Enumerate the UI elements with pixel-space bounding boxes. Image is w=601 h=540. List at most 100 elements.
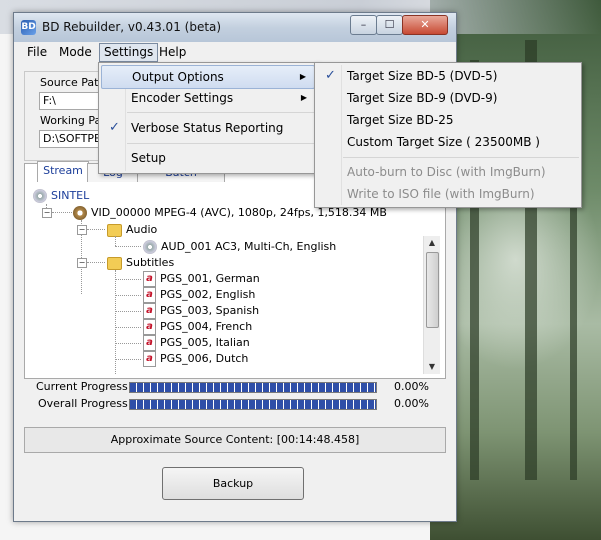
subtitle-icon: a xyxy=(143,335,156,351)
working-path-label: Working Pat xyxy=(40,114,106,127)
stream-tree: SINTEL − VID_00000 MPEG-4 (AVC), 1080p, … xyxy=(33,188,415,374)
overall-progress-bar xyxy=(129,399,377,410)
menu-item-target-bd5[interactable]: ✓ Target Size BD-5 (DVD-5) xyxy=(317,65,579,87)
disc-icon xyxy=(33,189,47,203)
sub-label: PGS_004, French xyxy=(160,320,253,333)
tree-subtitle-item[interactable]: a PGS_004, French xyxy=(143,319,253,335)
settings-menu: Output Options ▶ Encoder Settings ▶ ✓ Ve… xyxy=(98,62,318,174)
menu-bar: File Mode Settings Help xyxy=(15,42,455,63)
menu-item-label: Verbose Status Reporting xyxy=(131,121,284,135)
scroll-up-arrow-icon[interactable]: ▲ xyxy=(424,236,440,250)
audio-speaker-icon xyxy=(143,240,157,254)
menu-item-custom-target[interactable]: Custom Target Size ( 23500MB ) xyxy=(317,131,579,153)
menu-separator xyxy=(343,157,579,158)
maximize-button[interactable]: ☐ xyxy=(376,15,403,35)
close-button[interactable]: ✕ xyxy=(402,15,448,35)
menu-item-label: Output Options xyxy=(132,70,224,84)
tree-audio-track-label: AUD_001 AC3, Multi-Ch, English xyxy=(161,240,337,253)
tree-audio-label: Audio xyxy=(126,223,158,236)
menu-mode[interactable]: Mode xyxy=(55,44,96,61)
menu-help[interactable]: Help xyxy=(155,44,190,61)
menu-separator xyxy=(127,112,315,113)
backup-button[interactable]: Backup xyxy=(162,467,304,500)
sub-label: PGS_001, German xyxy=(160,272,260,285)
menu-item-target-bd25[interactable]: Target Size BD-25 xyxy=(317,109,579,131)
window-title: BD Rebuilder, v0.43.01 (beta) xyxy=(42,20,222,34)
menu-item-target-bd9[interactable]: Target Size BD-9 (DVD-9) xyxy=(317,87,579,109)
checkmark-icon: ✓ xyxy=(325,68,336,83)
subtitle-icon: a xyxy=(143,351,156,367)
tree-line xyxy=(115,236,116,246)
checkmark-icon: ✓ xyxy=(109,120,120,135)
tree-scrollbar[interactable]: ▲ ▼ xyxy=(423,236,440,374)
submenu-arrow-icon: ▶ xyxy=(300,93,307,102)
title-bar[interactable]: BD BD Rebuilder, v0.43.01 (beta) – ☐ ✕ xyxy=(14,13,456,42)
subtitle-icon: a xyxy=(143,303,156,319)
collapse-icon[interactable]: − xyxy=(77,258,87,268)
tree-subtitles-label: Subtitles xyxy=(126,256,175,269)
menu-item-label: Write to ISO file (with ImgBurn) xyxy=(347,187,535,201)
scroll-thumb[interactable] xyxy=(426,252,439,328)
menu-item-setup[interactable]: Setup xyxy=(101,147,315,169)
tree-line xyxy=(115,343,141,344)
collapse-icon[interactable]: − xyxy=(42,208,52,218)
tree-line xyxy=(87,262,105,263)
tree-subtitle-item[interactable]: a PGS_006, Dutch xyxy=(143,351,249,367)
menu-item-label: Target Size BD-25 xyxy=(347,113,454,127)
menu-file[interactable]: File xyxy=(23,44,51,61)
tree-line xyxy=(115,246,141,247)
source-path-label: Source Path xyxy=(40,76,106,89)
subtitle-icon: a xyxy=(143,271,156,287)
tree-line xyxy=(87,229,105,230)
folder-icon xyxy=(107,223,122,237)
current-progress-bar xyxy=(129,382,377,393)
app-icon: BD xyxy=(21,20,36,35)
menu-item-label: Setup xyxy=(131,151,166,165)
menu-item-label: Target Size BD-9 (DVD-9) xyxy=(347,91,498,105)
tab-stream[interactable]: Stream xyxy=(37,161,89,182)
tree-line xyxy=(115,359,141,360)
sub-label: PGS_002, English xyxy=(160,288,256,301)
overall-progress-label: Overall Progress: xyxy=(38,397,132,410)
folder-icon xyxy=(107,256,122,270)
submenu-arrow-icon: ▶ xyxy=(299,72,306,81)
collapse-icon[interactable]: − xyxy=(77,225,87,235)
scroll-down-arrow-icon[interactable]: ▼ xyxy=(424,360,440,374)
tree-audio-track[interactable]: AUD_001 AC3, Multi-Ch, English xyxy=(143,239,336,254)
menu-item-encoder-settings[interactable]: Encoder Settings ▶ xyxy=(101,87,315,109)
overall-progress-value: 0.00% xyxy=(394,397,429,410)
sub-label: PGS_003, Spanish xyxy=(160,304,260,317)
current-progress-value: 0.00% xyxy=(394,380,429,393)
current-progress-label: Current Progress: xyxy=(36,380,132,393)
menu-item-write-iso: Write to ISO file (with ImgBurn) xyxy=(317,183,579,205)
sub-label: PGS_005, Italian xyxy=(160,336,250,349)
tree-audio-folder[interactable]: Audio xyxy=(107,222,157,237)
menu-item-label: Encoder Settings xyxy=(131,91,234,105)
approx-source-content: Approximate Source Content: [00:14:48.45… xyxy=(24,427,446,453)
tree-line xyxy=(115,279,141,280)
menu-item-label: Target Size BD-5 (DVD-5) xyxy=(347,69,498,83)
tree-line xyxy=(115,311,141,312)
menu-item-label: Auto-burn to Disc (with ImgBurn) xyxy=(347,165,546,179)
menu-item-output-options[interactable]: Output Options ▶ xyxy=(101,65,315,89)
sub-label: PGS_006, Dutch xyxy=(160,352,249,365)
subtitle-icon: a xyxy=(143,319,156,335)
minimize-button[interactable]: – xyxy=(350,15,377,35)
menu-separator xyxy=(127,143,315,144)
menu-item-autoburn: Auto-burn to Disc (with ImgBurn) xyxy=(317,161,579,183)
tree-subtitle-item[interactable]: a PGS_003, Spanish xyxy=(143,303,260,319)
tree-subtitle-item[interactable]: a PGS_005, Italian xyxy=(143,335,250,351)
output-options-submenu: ✓ Target Size BD-5 (DVD-5) Target Size B… xyxy=(314,62,582,208)
tree-root-label: SINTEL xyxy=(51,189,90,202)
video-stream-icon xyxy=(73,206,87,220)
tree-subtitle-item[interactable]: a PGS_002, English xyxy=(143,287,256,303)
tree-subtitles-folder[interactable]: Subtitles xyxy=(107,255,174,270)
tree-subtitle-item[interactable]: a PGS_001, German xyxy=(143,271,260,287)
tree-line xyxy=(52,212,72,213)
menu-settings[interactable]: Settings xyxy=(99,43,159,62)
tree-root[interactable]: SINTEL xyxy=(33,188,89,203)
tree-line xyxy=(115,327,141,328)
tree-line xyxy=(115,295,141,296)
subtitle-icon: a xyxy=(143,287,156,303)
menu-item-verbose[interactable]: ✓ Verbose Status Reporting xyxy=(101,117,315,139)
